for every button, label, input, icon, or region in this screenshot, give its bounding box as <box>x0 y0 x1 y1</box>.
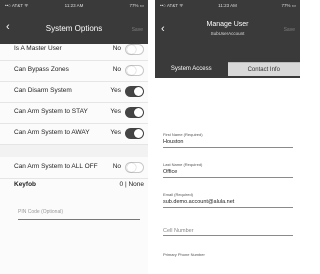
row-label: Can Arm System to STAY <box>14 108 88 115</box>
pin-code-placeholder: PIN Code (Optional) <box>18 209 64 215</box>
row-value: No <box>112 45 121 52</box>
row-master-user: Is A Master User No <box>0 40 148 61</box>
last-name-value: Office <box>163 167 293 178</box>
section-spacer <box>0 145 148 157</box>
status-time: 11:23 AM <box>64 3 84 8</box>
row-label: Is A Master User <box>14 45 62 52</box>
row-label: Can Arm System to ALL OFF <box>14 163 98 170</box>
toggle-knob <box>126 45 136 54</box>
arm-stay-toggle[interactable] <box>125 107 144 118</box>
row-bypass-zones: Can Bypass Zones No <box>0 61 148 82</box>
last-name-field[interactable]: Last Name (Required) Office <box>163 162 293 178</box>
row-value: No <box>112 66 121 73</box>
status-time: 11:23 AM <box>218 3 237 8</box>
system-options-screen: ••○ AT&T ᯤ 11:23 AM 77% ▭ ‹ System Optio… <box>0 0 148 274</box>
row-value: Yes <box>110 87 121 94</box>
toggle-knob <box>134 129 143 138</box>
page-subtitle: SubUserAccount <box>210 31 245 36</box>
first-name-field[interactable]: First Name (Required) Houston <box>163 132 293 148</box>
status-battery: 77% ▭ <box>281 3 296 8</box>
master-user-toggle[interactable] <box>125 44 144 55</box>
row-arm-away: Can Arm System to AWAY Yes <box>0 124 148 145</box>
tab-contact-info[interactable]: Contact Info <box>227 62 300 76</box>
cell-number-field[interactable]: Cell Number <box>163 222 293 236</box>
keyfob-value: 0 | None <box>119 181 144 188</box>
cell-number-placeholder: Cell Number <box>163 222 293 236</box>
row-value: No <box>112 163 121 170</box>
arm-all-off-toggle[interactable] <box>125 162 144 173</box>
arm-away-toggle[interactable] <box>125 128 144 139</box>
field-label: Primary Phone Number <box>163 252 205 257</box>
page-title: Manage User <box>206 21 249 28</box>
first-name-value: Houston <box>163 137 293 148</box>
primary-phone-field[interactable]: Primary Phone Number <box>163 252 293 257</box>
keyfob-label: Keyfob <box>14 181 37 188</box>
save-button[interactable]: Save <box>284 27 295 33</box>
disarm-system-toggle[interactable] <box>125 86 144 97</box>
tab-bar: System Access Contact Info <box>155 62 300 76</box>
toggle-knob <box>126 163 136 172</box>
row-disarm-system: Can Disarm System Yes <box>0 82 148 103</box>
tab-system-access[interactable]: System Access <box>155 62 228 76</box>
bypass-zones-toggle[interactable] <box>125 65 144 76</box>
email-field[interactable]: Email (Required) sub.demo.account@alula.… <box>163 192 293 208</box>
row-arm-stay: Can Arm System to STAY Yes <box>0 103 148 124</box>
row-value: Yes <box>110 129 121 136</box>
row-value: Yes <box>110 108 121 115</box>
pin-code-input[interactable]: PIN Code (Optional) <box>18 206 140 220</box>
toggle-knob <box>126 66 136 75</box>
row-label: Can Bypass Zones <box>14 66 69 73</box>
keyfob-row[interactable]: Keyfob 0 | None <box>0 177 148 195</box>
toggle-knob <box>134 108 143 117</box>
nav-header: ••○ AT&T ᯤ 11:23 AM 77% ▭ ‹ Manage User … <box>155 0 300 78</box>
row-arm-all-off: Can Arm System to ALL OFF No <box>0 158 148 179</box>
page-title: System Options <box>45 24 103 33</box>
manage-user-screen: ••○ AT&T ᯤ 11:23 AM 77% ▭ ‹ Manage User … <box>155 0 300 274</box>
toggle-knob <box>134 87 143 96</box>
email-value: sub.demo.account@alula.net <box>163 197 293 208</box>
save-button[interactable]: Save <box>132 27 143 33</box>
row-label: Can Disarm System <box>14 87 72 94</box>
nav-header: ••○ AT&T ᯤ 11:23 AM 77% ▭ ‹ System Optio… <box>0 0 148 44</box>
status-battery: 77% ▭ <box>129 3 144 8</box>
row-label: Can Arm System to AWAY <box>14 129 90 136</box>
